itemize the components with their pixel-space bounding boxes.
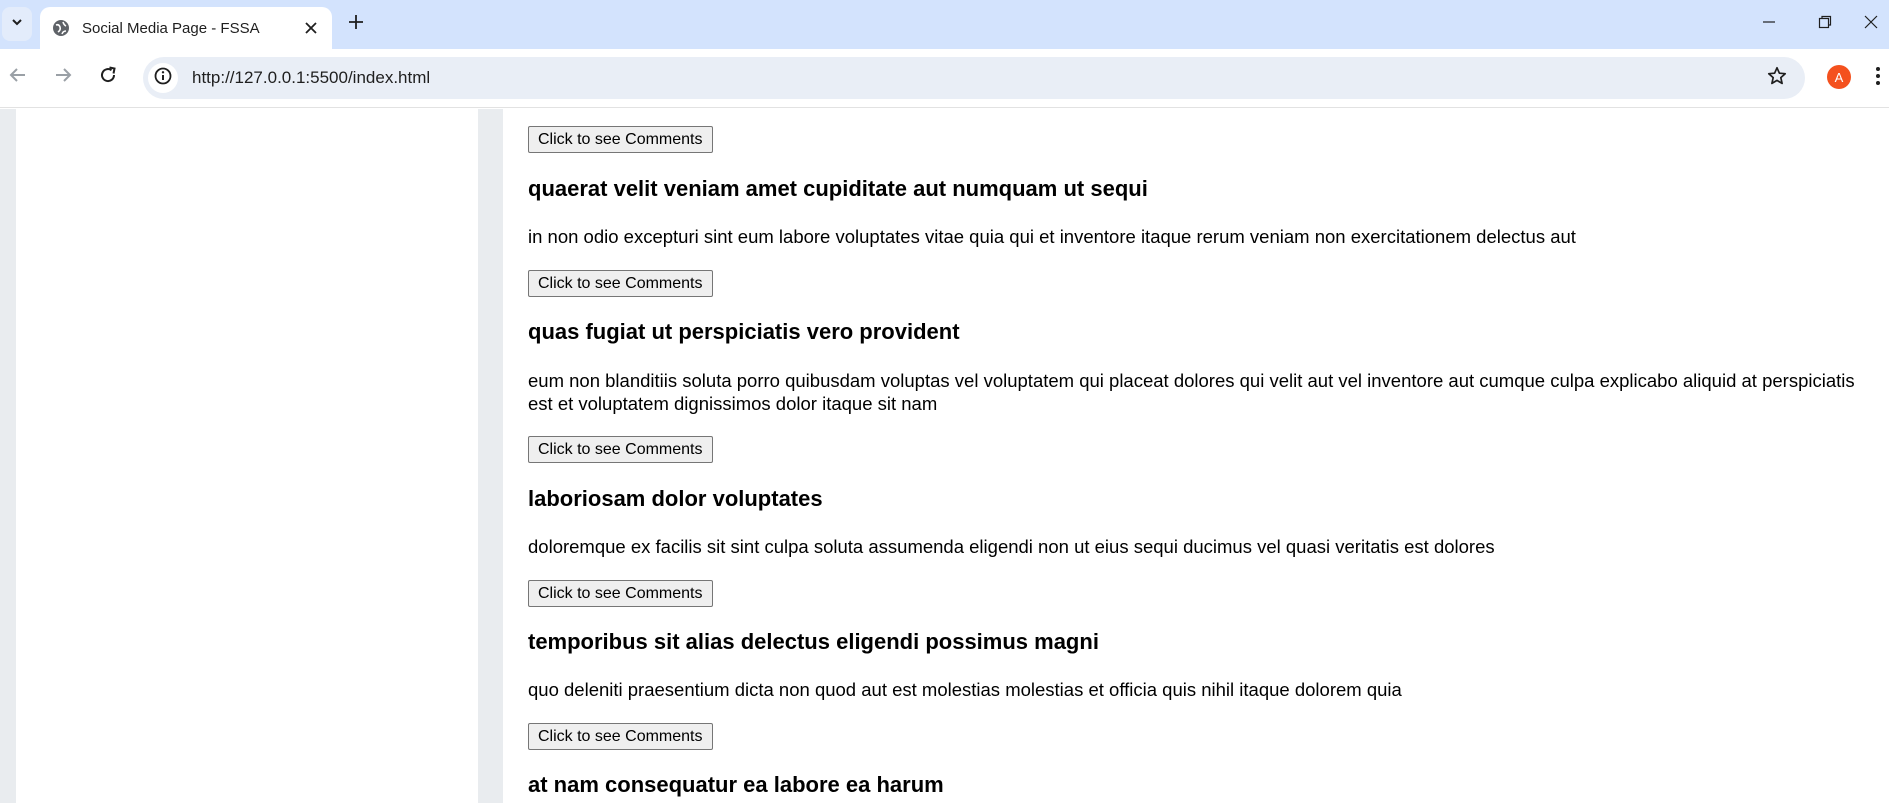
left-gutter: [0, 109, 16, 803]
site-info-button[interactable]: [148, 63, 178, 93]
post-body: doloremque ex facilis sit sint culpa sol…: [528, 536, 1495, 557]
star-icon: [1767, 66, 1787, 91]
restore-button[interactable]: [1797, 0, 1853, 49]
browser-menu-button[interactable]: [1870, 63, 1886, 93]
arrow-left-icon: [9, 66, 27, 89]
url-text[interactable]: http://127.0.0.1:5500/index.html: [192, 68, 1759, 88]
bookmark-button[interactable]: [1759, 60, 1795, 96]
chevron-down-icon: [10, 15, 24, 34]
profile-avatar[interactable]: A: [1827, 65, 1851, 89]
post-body: in non odio excepturi sint eum labore vo…: [528, 226, 1576, 247]
post-title: quas fugiat ut perspiciatis vero provide…: [528, 319, 960, 344]
close-tab-icon[interactable]: [300, 17, 322, 39]
page-viewport: Click to see Comments quaerat velit veni…: [0, 109, 1889, 803]
sidebar: [16, 109, 478, 803]
close-icon: [1864, 15, 1878, 34]
info-icon: [154, 67, 172, 90]
tab-search-button[interactable]: [2, 7, 32, 41]
see-comments-button[interactable]: Click to see Comments: [528, 126, 713, 153]
minimize-button[interactable]: [1741, 0, 1797, 49]
new-tab-button[interactable]: [344, 11, 368, 37]
back-button[interactable]: [0, 59, 36, 95]
forward-button[interactable]: [45, 59, 81, 95]
see-comments-button[interactable]: Click to see Comments: [528, 270, 713, 297]
post-title: at nam consequatur ea labore ea harum: [528, 772, 944, 797]
post-body: eum non blanditiis soluta porro quibusda…: [528, 370, 1855, 414]
restore-icon: [1818, 15, 1832, 34]
reload-icon: [99, 66, 117, 89]
close-window-button[interactable]: [1853, 0, 1889, 49]
tab-strip: Social Media Page - FSSA: [0, 0, 1889, 49]
post-title: quaerat velit veniam amet cupiditate aut…: [528, 176, 1148, 201]
reload-button[interactable]: [90, 59, 126, 95]
browser-toolbar: http://127.0.0.1:5500/index.html A: [0, 49, 1889, 108]
globe-icon: [52, 19, 70, 37]
active-tab[interactable]: Social Media Page - FSSA: [40, 7, 332, 49]
post-title: temporibus sit alias delectus eligendi p…: [528, 629, 1099, 654]
post-feed: Click to see Comments quaerat velit veni…: [528, 109, 1883, 803]
arrow-right-icon: [54, 66, 72, 89]
see-comments-button[interactable]: Click to see Comments: [528, 580, 713, 607]
post-title: laboriosam dolor voluptates: [528, 486, 823, 511]
see-comments-button[interactable]: Click to see Comments: [528, 436, 713, 463]
minimize-icon: [1762, 15, 1776, 34]
tab-title: Social Media Page - FSSA: [82, 19, 260, 37]
address-bar[interactable]: http://127.0.0.1:5500/index.html: [143, 57, 1805, 99]
more-vertical-icon: [1876, 66, 1880, 90]
post-body: quo deleniti praesentium dicta non quod …: [528, 679, 1402, 700]
see-comments-button[interactable]: Click to see Comments: [528, 723, 713, 750]
column-divider: [478, 109, 503, 803]
plus-icon: [348, 14, 364, 35]
